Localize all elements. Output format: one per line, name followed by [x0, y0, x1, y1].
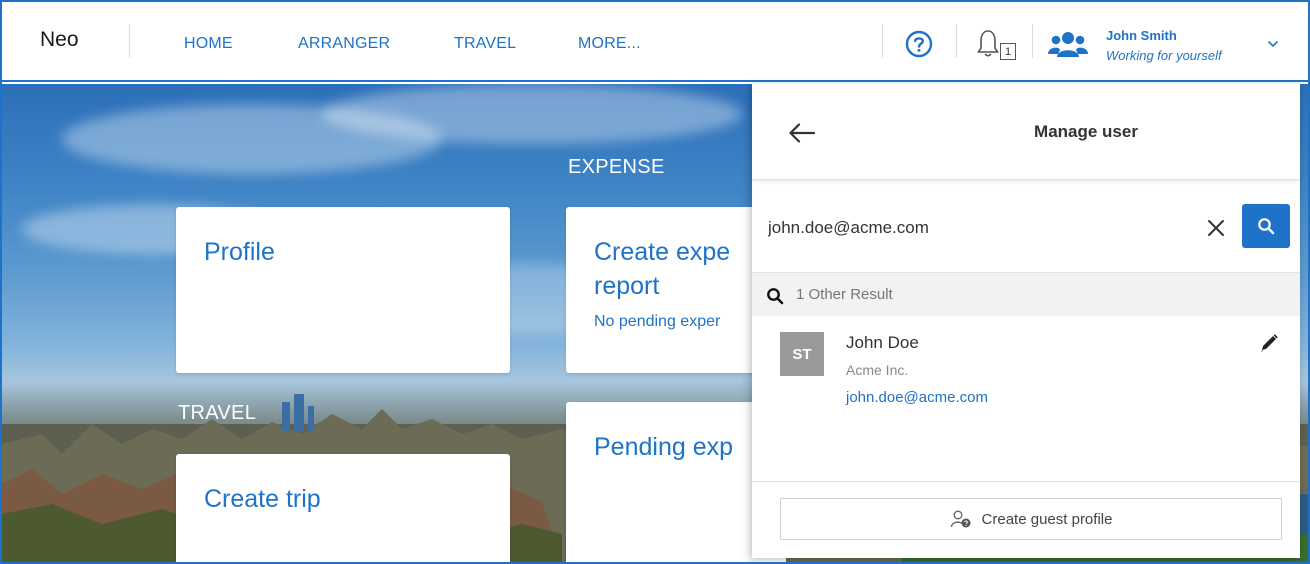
tile-title-line2: report [594, 272, 660, 300]
manage-user-panel: Manage user 1 Other Result ST John Doe A… [752, 84, 1300, 558]
create-guest-profile-label: Create guest profile [981, 510, 1113, 528]
pencil-icon[interactable] [1258, 332, 1280, 354]
tile-title: Profile [204, 238, 275, 266]
user-name[interactable]: John Smith [1106, 28, 1177, 43]
help-icon[interactable] [905, 30, 933, 58]
brand-logo[interactable]: Neo [40, 28, 79, 52]
result-name: John Doe [846, 333, 919, 352]
panel-title: Manage user [1034, 122, 1138, 141]
results-count: 1 Other Result [796, 286, 893, 303]
close-icon[interactable] [1206, 218, 1226, 238]
tile-create-trip[interactable]: Create trip [176, 454, 510, 562]
tile-title: Create trip [204, 485, 321, 513]
user-search-input[interactable] [768, 212, 1198, 244]
result-email-link[interactable]: john.doe@acme.com [846, 389, 988, 406]
top-navigation: Neo HOME ARRANGER TRAVEL MORE... 1 John … [2, 2, 1308, 82]
divider [956, 24, 957, 58]
section-label-travel: TRAVEL [178, 402, 257, 424]
panel-header: Manage user [752, 84, 1300, 180]
divider [1032, 24, 1033, 58]
search-icon [767, 288, 784, 305]
chevron-down-icon[interactable] [1267, 39, 1279, 49]
tile-title: Pending exp [594, 433, 734, 461]
divider [882, 24, 883, 58]
tile-subtitle: No pending exper [594, 313, 721, 330]
cloud [322, 84, 742, 144]
search-icon [1258, 218, 1275, 235]
user-context[interactable]: Working for yourself [1106, 48, 1222, 63]
notification-count-badge: 1 [1000, 43, 1016, 60]
app-frame: Neo HOME ARRANGER TRAVEL MORE... 1 John … [0, 0, 1310, 564]
results-summary-bar: 1 Other Result [752, 272, 1300, 316]
search-button[interactable] [1242, 204, 1290, 248]
users-icon[interactable] [1048, 29, 1088, 59]
tile-profile[interactable]: Profile [176, 207, 510, 373]
guest-user-icon [950, 510, 971, 528]
tile-title: Create expe report [594, 235, 730, 303]
bell-icon[interactable] [977, 28, 999, 58]
nav-arranger[interactable]: ARRANGER [298, 35, 390, 53]
result-row[interactable]: ST John Doe Acme Inc. john.doe@acme.com [752, 316, 1300, 482]
nav-more[interactable]: MORE... [578, 35, 641, 53]
create-guest-profile-button[interactable]: Create guest profile [780, 498, 1282, 540]
nav-travel[interactable]: TRAVEL [454, 35, 516, 53]
section-label-expense: EXPENSE [568, 156, 665, 178]
nav-home[interactable]: HOME [184, 35, 233, 53]
tile-title-line1: Create expe [594, 238, 731, 266]
avatar: ST [780, 332, 824, 376]
result-company: Acme Inc. [846, 362, 909, 378]
divider [129, 24, 130, 58]
